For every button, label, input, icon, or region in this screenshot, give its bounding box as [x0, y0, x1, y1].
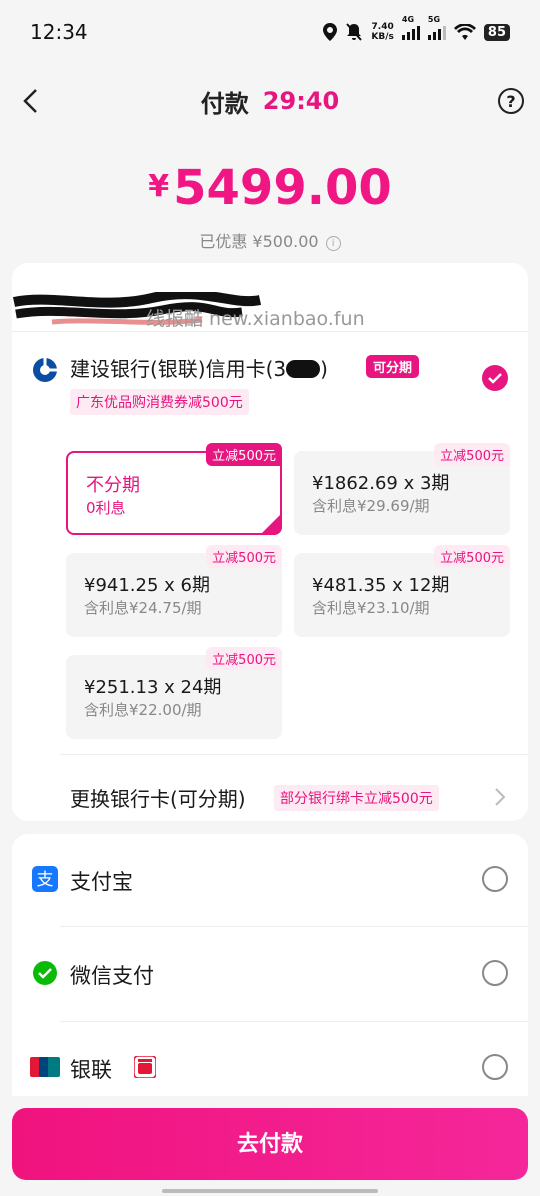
- pay-button[interactable]: 去付款: [12, 1108, 528, 1180]
- page-title: 付款: [200, 89, 249, 118]
- divider: [60, 926, 528, 927]
- ccb-logo-icon: [33, 358, 57, 382]
- method-label: 微信支付: [70, 964, 154, 988]
- installment-option-24[interactable]: 立减500元 ¥251.13 x 24期 含利息¥22.00/期: [66, 647, 282, 739]
- change-card-promo: 部分银行绑卡立减500元: [274, 785, 439, 811]
- wifi-icon: [453, 24, 476, 40]
- payment-method-unionpay[interactable]: 银联: [12, 1022, 528, 1114]
- chevron-right-icon: [495, 788, 506, 806]
- status-time: 12:34: [30, 20, 88, 44]
- installment-option-3[interactable]: 立减500元 ¥1862.69 x 3期 含利息¥29.69/期: [294, 443, 510, 535]
- signal-4g-icon: 4G: [401, 15, 420, 40]
- nav-bar: 付款 29:40 ?: [0, 70, 540, 132]
- alipay-icon: 支: [32, 866, 58, 892]
- radio-button[interactable]: [482, 866, 508, 892]
- payment-method-alipay[interactable]: 支 支付宝: [12, 834, 528, 926]
- selected-check-icon[interactable]: [482, 365, 508, 391]
- divider: [60, 754, 528, 755]
- change-bank-card-row[interactable]: 更换银行卡(可分期) 部分银行绑卡立减500元: [12, 771, 528, 821]
- discount-info: 已优惠 ¥500.00 i: [0, 228, 540, 252]
- battery-indicator: 85: [483, 23, 510, 41]
- discount-text: 已优惠 ¥500.00: [199, 232, 319, 251]
- option-sub: 0利息: [86, 499, 126, 517]
- net-speed: 7.40 KB/s: [371, 22, 394, 42]
- option-main: ¥941.25 x 6期: [84, 575, 210, 596]
- installment-badge: 可分期: [366, 355, 420, 378]
- option-promo-tag: 立减500元: [206, 443, 282, 466]
- option-sub: 含利息¥23.10/期: [312, 599, 430, 617]
- option-main: 不分期: [86, 475, 140, 496]
- option-promo-tag: 立减500元: [206, 647, 282, 670]
- radio-button[interactable]: [482, 960, 508, 986]
- help-button[interactable]: ?: [498, 88, 524, 114]
- option-sub: 含利息¥22.00/期: [84, 701, 202, 719]
- bank-promo-tag: 广东优品购消费券减500元: [70, 389, 249, 415]
- help-icon: ?: [506, 91, 516, 111]
- bank-card-row[interactable]: 建设银行(银联)信用卡(3) 可分期 广东优品购消费券减500元: [12, 353, 528, 415]
- option-main: ¥481.35 x 12期: [312, 575, 450, 596]
- installment-option-12[interactable]: 立减500元 ¥481.35 x 12期 含利息¥23.10/期: [294, 545, 510, 637]
- countdown-timer: 29:40: [262, 87, 340, 115]
- radio-button[interactable]: [482, 1054, 508, 1080]
- mute-bell-icon: [346, 23, 363, 41]
- back-button[interactable]: [14, 84, 48, 118]
- bank-name: 建设银行(银联)信用卡(3): [70, 357, 328, 381]
- option-promo-tag: 立减500元: [206, 545, 282, 568]
- method-label: 支付宝: [70, 870, 133, 894]
- credit-card-panel: 线报酷 new.xianbao.fun 建设银行(银联)信用卡(3) 可分期 广…: [12, 263, 528, 821]
- home-indicator[interactable]: [162, 1189, 378, 1193]
- option-sub: 含利息¥24.75/期: [84, 599, 202, 617]
- payment-amount: ¥5499.00: [0, 160, 540, 216]
- status-icons: 7.40 KB/s 4G 5G 85: [323, 15, 510, 42]
- watermark-text: 线报酷 new.xianbao.fun: [146, 308, 365, 330]
- change-card-label: 更换银行卡(可分期): [70, 787, 246, 811]
- location-icon: [323, 23, 338, 41]
- installment-option-6[interactable]: 立减500元 ¥941.25 x 6期 含利息¥24.75/期: [66, 545, 282, 637]
- payment-methods-panel: 支 支付宝 微信支付 银联: [12, 834, 528, 1096]
- signal-5g-icon: 5G: [427, 15, 446, 40]
- wechat-pay-icon: [33, 961, 57, 985]
- option-sub: 含利息¥29.69/期: [312, 497, 430, 515]
- status-bar: 12:34 7.40 KB/s 4G 5G 85: [0, 0, 540, 64]
- option-main: ¥251.13 x 24期: [84, 677, 222, 698]
- corner-check-icon: [260, 513, 302, 535]
- installment-option-none[interactable]: 立减500元 不分期 0利息: [66, 443, 302, 535]
- redacted-header: 线报酷 new.xianbao.fun: [12, 278, 528, 332]
- method-label: 银联: [70, 1058, 112, 1082]
- chevron-left-icon: [23, 89, 37, 113]
- svg-text:支: 支: [37, 870, 54, 890]
- unionpay-icon: [30, 1057, 60, 1077]
- info-icon[interactable]: i: [325, 236, 341, 251]
- option-promo-tag: 立减500元: [434, 443, 510, 466]
- option-promo-tag: 立减500元: [434, 545, 510, 568]
- currency-symbol: ¥: [148, 169, 170, 204]
- payment-method-wechat[interactable]: 微信支付: [12, 928, 528, 1020]
- cloud-pay-badge-icon: [134, 1056, 156, 1078]
- redacted-card-number: [286, 360, 321, 378]
- option-main: ¥1862.69 x 3期: [312, 473, 450, 494]
- amount-value: 5499.00: [173, 160, 392, 216]
